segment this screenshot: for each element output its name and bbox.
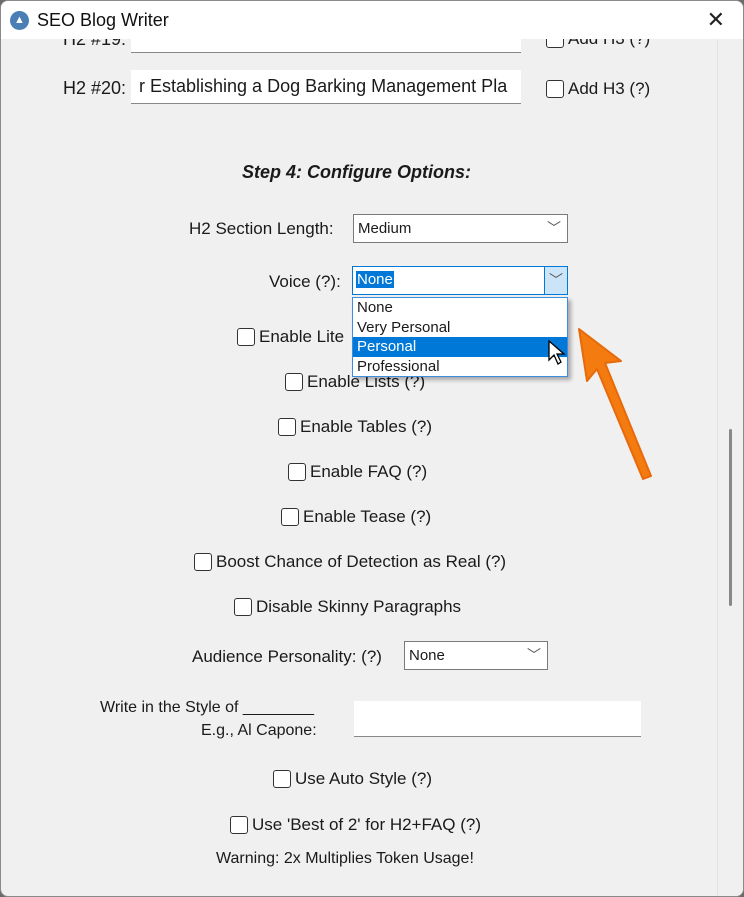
voice-select[interactable]: None ﹀ (352, 266, 568, 295)
h2-section-length-select[interactable]: Medium ﹀ (353, 214, 568, 243)
checkbox-label: Use Auto Style (?) (295, 769, 433, 788)
voice-option-none[interactable]: None (353, 298, 567, 318)
voice-option-personal[interactable]: Personal (353, 337, 567, 357)
h2-section-length-label: H2 Section Length: (189, 219, 334, 238)
checkbox-box[interactable] (234, 598, 252, 616)
checkbox-box[interactable] (273, 770, 291, 788)
enable-faq-checkbox[interactable]: Enable FAQ (?) (288, 462, 427, 482)
h2-20-label: H2 #20: (63, 78, 127, 98)
boost-detection-checkbox[interactable]: Boost Chance of Detection as Real (?) (194, 552, 506, 572)
enable-tables-checkbox[interactable]: Enable Tables (?) (278, 417, 432, 437)
best-of-2-checkbox[interactable]: Use 'Best of 2' for H2+FAQ (?) (230, 815, 481, 835)
checkbox-box[interactable] (194, 553, 212, 571)
checkbox-label: Enable Tease (?) (303, 507, 432, 526)
checkbox-label: Disable Skinny Paragraphs (256, 597, 462, 616)
close-button[interactable]: ✕ (707, 7, 725, 33)
voice-label: Voice (?): (269, 272, 341, 291)
voice-dropdown-list: None Very Personal Personal Professional (352, 297, 568, 377)
style-of-label: Write in the Style of ________ (100, 699, 315, 716)
select-value: None (356, 271, 394, 288)
title-bar: ▲ SEO Blog Writer ✕ (1, 1, 743, 39)
enable-tease-checkbox[interactable]: Enable Tease (?) (281, 507, 431, 527)
chevron-down-icon[interactable]: ﹀ (544, 267, 567, 294)
style-of-example-label: E.g., Al Capone: (201, 722, 317, 739)
enable-lite-checkbox[interactable]: Enable Lite (237, 327, 344, 347)
checkbox-label: Enable Tables (?) (300, 417, 432, 436)
h2-20-add-h3-checkbox[interactable]: Add H3 (?) (546, 79, 650, 99)
checkbox-box[interactable] (285, 373, 303, 391)
orange-arrow-annotation-icon (578, 328, 652, 480)
checkbox-label: Boost Chance of Detection as Real (?) (216, 552, 507, 571)
checkbox-box[interactable] (281, 508, 299, 526)
scrollbar-thumb[interactable] (729, 429, 732, 606)
select-value: Medium (358, 220, 412, 237)
app-logo-icon: ▲ (10, 11, 29, 30)
checkbox-label: Use 'Best of 2' for H2+FAQ (?) (252, 815, 481, 834)
select-value: None (409, 647, 445, 664)
checkbox-box[interactable] (237, 328, 255, 346)
audience-personality-label: Audience Personality: (?) (192, 647, 382, 666)
step4-heading: Step 4: Configure Options: (242, 162, 471, 182)
window-title: SEO Blog Writer (37, 10, 169, 30)
checkbox-box[interactable] (546, 80, 564, 98)
checkbox-label: Add H3 (?) (568, 79, 651, 98)
checkbox-label: Enable Lite (259, 327, 345, 346)
checkbox-box[interactable] (278, 418, 296, 436)
checkbox-box[interactable] (288, 463, 306, 481)
checkbox-label: Enable FAQ (?) (310, 462, 428, 481)
chevron-down-icon: ﹀ (547, 220, 561, 236)
voice-option-professional[interactable]: Professional (353, 357, 567, 377)
audience-personality-select[interactable]: None ﹀ (404, 641, 548, 670)
chevron-down-icon: ﹀ (527, 647, 541, 663)
disable-skinny-paragraphs-checkbox[interactable]: Disable Skinny Paragraphs (234, 597, 461, 617)
h2-20-input[interactable]: r Establishing a Dog Barking Management … (131, 70, 521, 104)
token-warning: Warning: 2x Multiplies Token Usage! (216, 850, 474, 867)
use-auto-style-checkbox[interactable]: Use Auto Style (?) (273, 769, 432, 789)
checkbox-box[interactable] (230, 816, 248, 834)
voice-option-very-personal[interactable]: Very Personal (353, 318, 567, 338)
style-of-input[interactable] (354, 701, 641, 737)
app-window: ▲ SEO Blog Writer ✕ H2 #19: Add H3 (?) H… (0, 0, 744, 897)
vertical-scrollbar[interactable] (717, 39, 743, 896)
